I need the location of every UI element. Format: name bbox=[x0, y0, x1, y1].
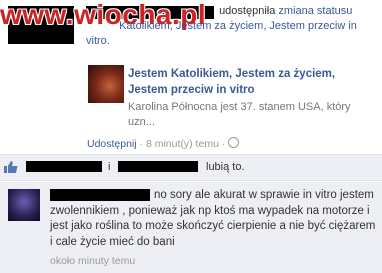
post-meta: Udostępnij · 8 minut(y) temu · bbox=[87, 137, 240, 150]
post-header: udostępniła zmiana statusu Katolikiem, J… bbox=[86, 4, 376, 49]
commenter-avatar[interactable] bbox=[8, 189, 40, 221]
comment-text: no sory ale akurat w sprawie in vitro je… bbox=[50, 188, 376, 250]
likes-suffix-text: lubią to. bbox=[206, 161, 245, 173]
post-verb: udostępniła bbox=[219, 5, 276, 17]
share-link[interactable]: Udostępnij bbox=[87, 138, 137, 150]
status-change-link[interactable]: zmiana statusu bbox=[278, 5, 352, 17]
redacted-liker-1 bbox=[26, 161, 102, 172]
likes-connector: i bbox=[108, 161, 111, 173]
shared-status-text[interactable]: Katolikiem, Jestem za życiem, Jestem prz… bbox=[86, 20, 357, 47]
link-card-description: Karolina Północna jest 37. stanem USA, k… bbox=[128, 101, 351, 128]
link-thumbnail[interactable] bbox=[88, 65, 124, 103]
comment-timestamp[interactable]: około minuty temu bbox=[50, 255, 135, 267]
separator: · bbox=[139, 138, 144, 150]
post-timestamp[interactable]: 8 minut(y) temu bbox=[146, 138, 219, 150]
likes-suffix: lubią to. bbox=[206, 160, 245, 174]
globe-icon bbox=[228, 137, 240, 148]
likes-text: i bbox=[108, 160, 110, 174]
redacted-liker-2 bbox=[118, 161, 198, 172]
link-card-title[interactable]: Jestem Katolikiem, Jestem za życiem, Jes… bbox=[128, 66, 368, 98]
separator: · bbox=[221, 138, 226, 150]
thumbs-up-icon bbox=[4, 161, 18, 173]
comment-body: no sory ale akurat w sprawie in vitro je… bbox=[50, 189, 376, 248]
